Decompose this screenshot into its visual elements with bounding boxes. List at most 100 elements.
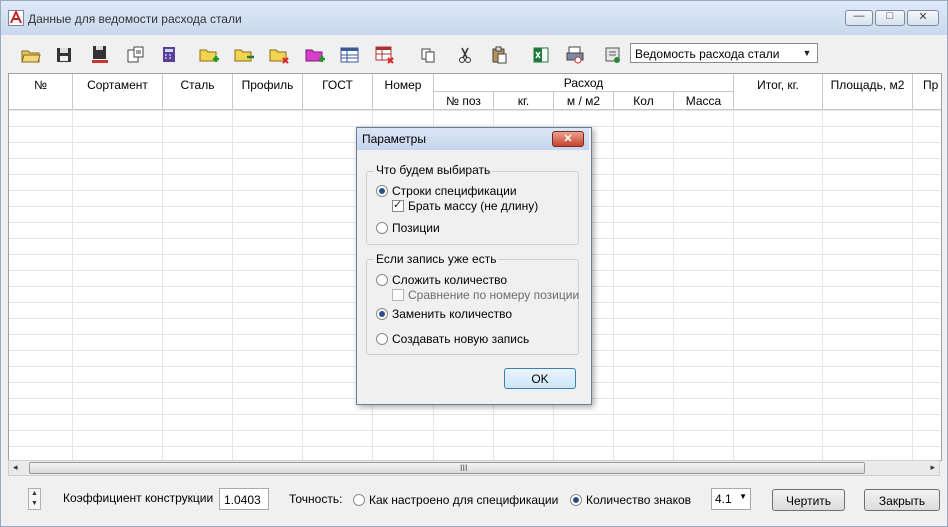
opt-spec-rows-radio[interactable] [376, 185, 388, 197]
close-icon: ✕ [563, 133, 573, 145]
opt-sum-radio[interactable] [376, 274, 388, 286]
precision-spec-radio[interactable] [353, 494, 365, 506]
spin-up-icon[interactable]: ▲ [29, 489, 40, 499]
close-icon: ✕ [918, 11, 928, 23]
app-logo-icon [8, 9, 24, 26]
chevron-down-icon: ▼ [739, 492, 747, 501]
opt-new-label[interactable]: Создавать новую запись [392, 332, 529, 346]
save-as-icon[interactable] [88, 43, 112, 67]
grid-col-line [232, 110, 233, 460]
opt-replace-radio[interactable] [376, 308, 388, 320]
col-header-kg[interactable]: кг. [494, 92, 554, 110]
digits-select[interactable]: 4.1 ▼ [711, 488, 751, 510]
paste-icon[interactable] [488, 43, 512, 67]
window-title: Данные для ведомости расхода стали [28, 12, 242, 26]
excel-icon[interactable] [529, 43, 553, 67]
col-header-steel[interactable]: Сталь [163, 74, 233, 110]
col-header-area[interactable]: Площадь, м2 [823, 74, 913, 110]
col-header-massa[interactable]: Масса [674, 92, 734, 110]
grid-col-line [162, 110, 163, 460]
scroll-left-icon[interactable]: ◂ [13, 462, 18, 473]
precision-spec-label[interactable]: Как настроено для спецификации [369, 493, 558, 507]
folder-add-icon[interactable] [197, 43, 221, 67]
parameters-dialog: Параметры ✕ Что будем выбирать Строки сп… [356, 127, 592, 405]
col-header-itog[interactable]: Итог, кг. [734, 74, 823, 110]
col-group-header-rashod: Расход [434, 74, 734, 92]
grid-col-line [733, 110, 734, 460]
precision-digits-radio[interactable] [570, 494, 582, 506]
precision-label: Точность: [289, 492, 343, 506]
print-preview-icon[interactable] [563, 43, 587, 67]
maximize-button[interactable]: □ [875, 10, 905, 26]
grid-row-line [9, 430, 941, 431]
dialog-title-bar: Параметры ✕ [357, 128, 589, 150]
opt-sum-label[interactable]: Сложить количество [392, 273, 507, 287]
table-delete-icon[interactable] [373, 43, 397, 67]
dialog-title: Параметры [362, 132, 426, 146]
opt-positions-label[interactable]: Позиции [392, 221, 440, 235]
table-add-icon[interactable] [303, 43, 327, 67]
grid-col-line [613, 110, 614, 460]
col-header-poz[interactable]: № поз [434, 92, 494, 110]
spin-down-icon[interactable]: ▼ [29, 499, 40, 509]
col-header-gost[interactable]: ГОСТ [303, 74, 373, 110]
report-type-value: Ведомость расхода стали [635, 47, 780, 61]
settings-icon[interactable] [601, 43, 625, 67]
col-header-pr[interactable]: Пр [913, 74, 941, 110]
chevron-down-icon: ▼ [802, 48, 812, 58]
maximize-icon: □ [886, 10, 894, 22]
grid-row-line [9, 446, 941, 447]
precision-digits-label[interactable]: Количество знаков [586, 493, 691, 507]
cut-icon[interactable] [453, 43, 477, 67]
ok-button[interactable]: OK [504, 368, 576, 389]
coef-label: Коэффициент конструкции [63, 491, 214, 505]
grid-col-line [302, 110, 303, 460]
horizontal-scrollbar[interactable]: ◂ III ▸ [8, 460, 940, 476]
scrollbar-thumb[interactable]: III [29, 462, 865, 474]
take-mass-checkbox[interactable] [392, 198, 404, 212]
group-if-exists-legend: Если запись уже есть [374, 252, 499, 266]
coef-spinner[interactable]: ▲ ▼ [28, 488, 41, 510]
copy-icon[interactable] [416, 43, 440, 67]
grid-col-line [912, 110, 913, 460]
folder-edit-icon[interactable] [232, 43, 256, 67]
save-icon[interactable] [52, 43, 76, 67]
calculator-icon[interactable] [158, 43, 182, 67]
digits-value: 4.1 [715, 492, 732, 506]
scroll-right-icon[interactable]: ▸ [930, 462, 935, 473]
opt-new-radio[interactable] [376, 333, 388, 345]
report-type-select[interactable]: Ведомость расхода стали ▼ [630, 43, 818, 63]
opt-positions-radio[interactable] [376, 222, 388, 234]
col-header-m-m2[interactable]: м / м2 [554, 92, 614, 110]
export-icon[interactable] [123, 43, 147, 67]
col-header-sortament[interactable]: Сортамент [73, 74, 163, 110]
coef-input[interactable]: 1.0403 [219, 488, 269, 510]
group-select-what-legend: Что будем выбирать [374, 163, 493, 177]
coef-value: 1.0403 [224, 493, 261, 507]
compare-position-label: Сравнение по номеру позиции [408, 288, 580, 302]
main-window: Данные для ведомости расхода стали — □ ✕… [0, 0, 948, 527]
opt-spec-rows-label[interactable]: Строки спецификации [392, 184, 517, 198]
opt-replace-label[interactable]: Заменить количество [392, 307, 512, 321]
close-button[interactable]: Закрыть [864, 489, 940, 511]
minimize-icon: — [853, 10, 865, 22]
draw-button[interactable]: Чертить [772, 489, 845, 511]
grid-col-line [822, 110, 823, 460]
grid-col-line [72, 110, 73, 460]
scrollbar-grip-icon: III [460, 463, 468, 473]
take-mass-label[interactable]: Брать массу (не длину) [408, 199, 538, 213]
folder-delete-icon[interactable] [267, 43, 291, 67]
compare-position-checkbox[interactable] [392, 289, 404, 301]
dialog-close-button[interactable]: ✕ [552, 131, 584, 147]
grid-row-line [9, 414, 941, 415]
title-bar: Данные для ведомости расхода стали — □ ✕ [1, 1, 947, 35]
col-header-number[interactable]: № [9, 74, 73, 110]
table-edit-icon[interactable] [338, 43, 362, 67]
close-window-button[interactable]: ✕ [907, 10, 939, 26]
minimize-button[interactable]: — [845, 10, 873, 26]
col-header-kol[interactable]: Кол [614, 92, 674, 110]
col-header-nomer[interactable]: Номер [373, 74, 434, 110]
open-icon[interactable] [19, 43, 43, 67]
grid-col-line [673, 110, 674, 460]
col-header-profile[interactable]: Профиль [233, 74, 303, 110]
